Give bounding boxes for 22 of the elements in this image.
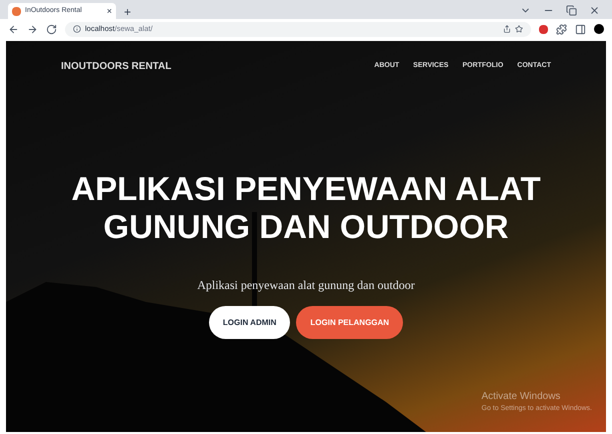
activation-title: Activate Windows	[482, 390, 562, 404]
hero-title: APLIKASI PENYEWAAN ALAT	[71, 170, 541, 208]
hero-title: GUNUNG DAN OUTDOOR	[103, 208, 509, 246]
brand-logo[interactable]: INOUTDOORS RENTAL	[61, 59, 172, 74]
info-icon	[73, 25, 81, 33]
restore-icon[interactable]	[566, 5, 577, 16]
login-button[interactable]: LOGIN ADMIN	[208, 306, 290, 339]
login-button[interactable]: LOGIN PELANGGAN	[296, 306, 404, 339]
extensions-icon[interactable]	[556, 24, 567, 34]
back-icon[interactable]	[8, 24, 19, 34]
extension-icon[interactable]	[539, 24, 548, 34]
new-tab-button[interactable]: +	[124, 6, 132, 18]
hero-subtitle: Aplikasi penyewaan alat gunung dan outdoor	[197, 277, 415, 294]
share-icon[interactable]	[503, 25, 511, 33]
forward-icon[interactable]	[27, 24, 38, 34]
favicon-icon	[12, 6, 21, 16]
reload-icon[interactable]	[46, 24, 57, 34]
tab-close[interactable]: ×	[106, 6, 112, 16]
bookmark-star-icon[interactable]	[515, 25, 523, 33]
profile-icon[interactable]	[594, 24, 604, 34]
side-panel-icon[interactable]	[575, 24, 586, 34]
close-icon[interactable]	[589, 5, 600, 16]
